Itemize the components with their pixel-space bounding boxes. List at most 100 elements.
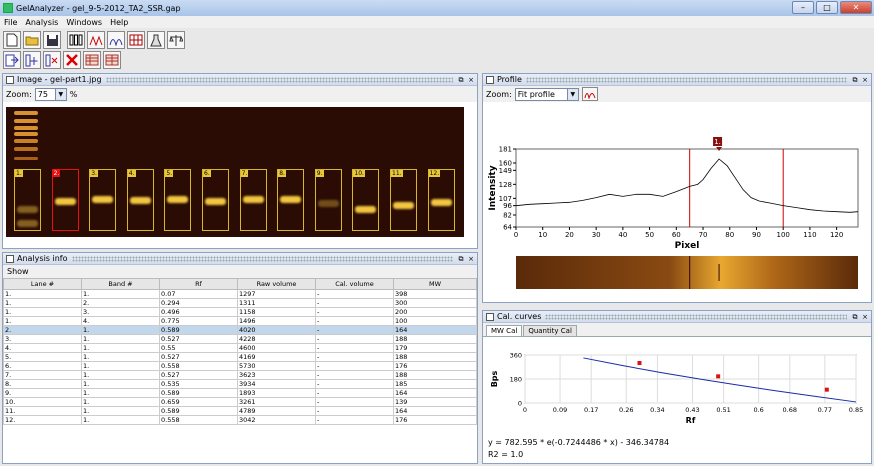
- gel-lane[interactable]: 5.: [164, 169, 192, 231]
- table-row[interactable]: 7. 1. 0.527 3623-188: [3, 370, 477, 380]
- gel-lane[interactable]: 1.: [14, 169, 41, 231]
- open-button[interactable]: [23, 31, 41, 49]
- drag-handle[interactable]: [525, 76, 847, 83]
- gel-lane[interactable]: 11.: [390, 169, 417, 231]
- new-file-button[interactable]: [3, 31, 21, 49]
- gel-lane[interactable]: 3.: [89, 169, 117, 231]
- gel-lane[interactable]: 8.: [277, 169, 305, 231]
- gel-band: [17, 206, 38, 213]
- x-tick-label: 110: [803, 231, 816, 239]
- remove-lane-button[interactable]: [43, 51, 61, 69]
- table-cell: -: [315, 307, 394, 317]
- table-row[interactable]: 1. 4. 0.775 1496-100: [3, 316, 477, 326]
- lane-label: 10.: [353, 170, 365, 177]
- flask-button[interactable]: [147, 31, 165, 49]
- gel-lane[interactable]: 10.: [352, 169, 380, 231]
- table-row[interactable]: 1. 2. 0.294 1311-300: [3, 298, 477, 308]
- column-header[interactable]: Raw volume: [237, 278, 316, 290]
- table-row[interactable]: 2. 1. 0.589 4020-164: [3, 325, 477, 335]
- menu-help[interactable]: Help: [110, 18, 128, 27]
- restore-icon[interactable]: ⧉: [457, 255, 465, 263]
- menu-windows[interactable]: Windows: [66, 18, 102, 27]
- x-tick-label: 0.09: [553, 406, 567, 414]
- profile-zoom-select[interactable]: Fit profile ▼: [514, 87, 579, 101]
- gel-lane[interactable]: 12.: [427, 169, 455, 231]
- profile-button[interactable]: [107, 31, 125, 49]
- add-lane-button[interactable]: [23, 51, 41, 69]
- restore-icon[interactable]: ⧉: [851, 76, 859, 84]
- drag-handle[interactable]: [545, 313, 847, 320]
- gel-lane[interactable]: 4.: [126, 169, 154, 231]
- table-row[interactable]: 10. 1. 0.659 3261-139: [3, 397, 477, 407]
- lane-label: 3.: [90, 170, 98, 177]
- cal-chart[interactable]: 0 0.09 0.17 0.26 0.34 0.43 0.51 0.6 0.68 0.77 0.85…: [483, 339, 871, 434]
- table-cell: -: [315, 415, 394, 425]
- window-controls: – □ ✕: [792, 1, 872, 14]
- drag-handle[interactable]: [71, 255, 453, 262]
- profile-chart[interactable]: 1811601491281079682640 10 20 30 40 50 60 70 80 90…: [483, 104, 871, 299]
- chevron-down-icon[interactable]: ▼: [566, 88, 578, 100]
- table-button[interactable]: [83, 51, 101, 69]
- table-row[interactable]: 12. 1. 0.558 3042-176: [3, 415, 477, 425]
- lanes-button[interactable]: [67, 31, 85, 49]
- y-tick-label: 64: [503, 224, 512, 232]
- tab-quantity-cal[interactable]: Quantity Cal: [523, 325, 577, 336]
- close-button[interactable]: ✕: [840, 1, 872, 14]
- window-title: GelAnalyzer - gel_9-5-2012_TA2_SSR.gap: [16, 3, 181, 13]
- table-cell: 1.: [3, 298, 82, 308]
- column-header[interactable]: MW: [393, 278, 477, 290]
- close-panel-icon[interactable]: ×: [861, 76, 869, 84]
- export-button[interactable]: [3, 51, 21, 69]
- gel-lane[interactable]: 2.: [51, 169, 79, 231]
- table-row[interactable]: 3. 1. 0.527 4228-188: [3, 334, 477, 344]
- minimize-button[interactable]: –: [792, 1, 814, 14]
- table-alt-button[interactable]: [103, 51, 121, 69]
- show-menu[interactable]: Show: [3, 265, 477, 278]
- panel-icon: [6, 254, 14, 263]
- peaks-button[interactable]: [87, 31, 105, 49]
- table-cell: 4.: [81, 316, 160, 326]
- menu-analysis[interactable]: Analysis: [25, 18, 58, 27]
- close-panel-icon[interactable]: ×: [467, 76, 475, 84]
- tab-mw-cal[interactable]: MW Cal: [486, 325, 523, 336]
- restore-icon[interactable]: ⧉: [457, 76, 465, 84]
- save-button[interactable]: [43, 31, 61, 49]
- restore-icon[interactable]: ⧉: [851, 313, 859, 321]
- gel-lane[interactable]: 6.: [202, 169, 229, 231]
- drag-handle[interactable]: [105, 76, 453, 83]
- table-cell: 1.: [3, 316, 82, 326]
- delete-button[interactable]: [63, 51, 81, 69]
- column-header[interactable]: Rf: [159, 278, 238, 290]
- table-row[interactable]: 6. 1. 0.558 5730-176: [3, 361, 477, 371]
- table-cell: 176: [393, 361, 477, 371]
- column-header[interactable]: Cal. volume: [315, 278, 394, 290]
- gel-lane[interactable]: 7.: [239, 169, 267, 231]
- gel-band: [317, 200, 339, 207]
- grid-button[interactable]: [127, 31, 145, 49]
- chevron-down-icon[interactable]: ▼: [54, 88, 66, 100]
- table-row[interactable]: 1. 3. 0.496 1158-200: [3, 307, 477, 317]
- column-header[interactable]: Band #: [81, 278, 160, 290]
- table-row[interactable]: 8. 1. 0.535 3934-185: [3, 379, 477, 389]
- gel-band: [430, 199, 452, 206]
- table-cell: 3261: [237, 397, 316, 407]
- profile-zoom-value: Fit profile: [517, 89, 555, 99]
- lane-label: 12.: [428, 170, 441, 177]
- column-header[interactable]: Lane #: [3, 278, 82, 290]
- zoom-select[interactable]: 75 ▼: [34, 87, 67, 101]
- table-row[interactable]: 5. 1. 0.527 4169-188: [3, 352, 477, 362]
- calibration-button[interactable]: [167, 31, 185, 49]
- gel-image[interactable]: 1. 2. 3. 4. 5. 6. 7. 8. 9. 10. 11. 12.: [6, 107, 464, 237]
- table-row[interactable]: 11. 1. 0.589 4789-164: [3, 406, 477, 416]
- close-panel-icon[interactable]: ×: [861, 313, 869, 321]
- close-panel-icon[interactable]: ×: [467, 255, 475, 263]
- table-row[interactable]: 9. 1. 0.589 1893-164: [3, 388, 477, 398]
- table-cell: 1.: [81, 370, 160, 380]
- menu-file[interactable]: File: [4, 18, 17, 27]
- table-header-row: Lane # Band # Rf Raw volume Cal. volume MW: [3, 278, 477, 290]
- gel-lane[interactable]: 9.: [314, 169, 342, 231]
- peaks-toggle-button[interactable]: [581, 87, 598, 101]
- table-row[interactable]: 1. 1. 0.07 1297-398: [3, 289, 477, 299]
- maximize-button[interactable]: □: [816, 1, 838, 14]
- table-row[interactable]: 4. 1. 0.55 4600-179: [3, 343, 477, 353]
